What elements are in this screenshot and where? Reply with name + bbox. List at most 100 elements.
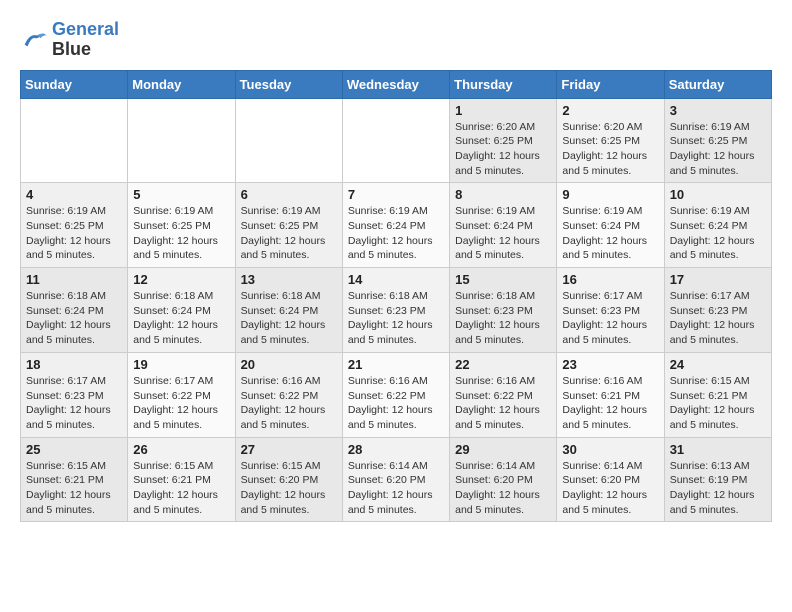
day-info: Sunrise: 6:14 AM Sunset: 6:20 PM Dayligh… [562, 459, 658, 518]
calendar-cell: 23 Sunrise: 6:16 AM Sunset: 6:21 PM Dayli… [557, 352, 664, 437]
page-header: GeneralBlue [20, 20, 772, 60]
calendar-cell: 24Sunrise: 6:15 AM Sunset: 6:21 PM Dayli… [664, 352, 771, 437]
day-info: Sunrise: 6:16 AM Sunset: 6:22 PM Dayligh… [455, 374, 551, 433]
day-info: Sunrise: 6:19 AM Sunset: 6:25 PM Dayligh… [133, 204, 229, 263]
day-number: 21 [348, 357, 444, 372]
calendar-cell: 4 Sunrise: 6:19 AM Sunset: 6:25 PM Daylig… [21, 183, 128, 268]
calendar-header-row: SundayMondayTuesdayWednesdayThursdayFrid… [21, 70, 772, 98]
day-number: 15 [455, 272, 551, 287]
day-info: Sunrise: 6:19 AM Sunset: 6:25 PM Dayligh… [26, 204, 122, 263]
calendar-cell [342, 98, 449, 183]
calendar-cell: 7Sunrise: 6:19 AM Sunset: 6:24 PM Daylig… [342, 183, 449, 268]
day-info: Sunrise: 6:18 AM Sunset: 6:24 PM Dayligh… [26, 289, 122, 348]
day-info: Sunrise: 6:16 AM Sunset: 6:21 PM Dayligh… [562, 374, 658, 433]
calendar-cell: 19 Sunrise: 6:17 AM Sunset: 6:22 PM Dayli… [128, 352, 235, 437]
day-number: 28 [348, 442, 444, 457]
day-number: 13 [241, 272, 337, 287]
calendar-cell: 28 Sunrise: 6:14 AM Sunset: 6:20 PM Dayli… [342, 437, 449, 522]
calendar-cell: 16 Sunrise: 6:17 AM Sunset: 6:23 PM Dayli… [557, 268, 664, 353]
day-of-week-friday: Friday [557, 70, 664, 98]
calendar-cell: 2Sunrise: 6:20 AM Sunset: 6:25 PM Daylig… [557, 98, 664, 183]
calendar-week-row: 25 Sunrise: 6:15 AM Sunset: 6:21 PM Dayli… [21, 437, 772, 522]
day-number: 17 [670, 272, 766, 287]
day-info: Sunrise: 6:19 AM Sunset: 6:24 PM Dayligh… [562, 204, 658, 263]
calendar-table: SundayMondayTuesdayWednesdayThursdayFrid… [20, 70, 772, 523]
day-number: 22 [455, 357, 551, 372]
calendar-cell: 10Sunrise: 6:19 AM Sunset: 6:24 PM Dayli… [664, 183, 771, 268]
calendar-cell: 3Sunrise: 6:19 AM Sunset: 6:25 PM Daylig… [664, 98, 771, 183]
day-info: Sunrise: 6:18 AM Sunset: 6:24 PM Dayligh… [133, 289, 229, 348]
day-info: Sunrise: 6:19 AM Sunset: 6:25 PM Dayligh… [241, 204, 337, 263]
day-info: Sunrise: 6:17 AM Sunset: 6:23 PM Dayligh… [670, 289, 766, 348]
day-info: Sunrise: 6:19 AM Sunset: 6:25 PM Dayligh… [670, 120, 766, 179]
day-number: 11 [26, 272, 122, 287]
day-info: Sunrise: 6:15 AM Sunset: 6:21 PM Dayligh… [133, 459, 229, 518]
calendar-cell: 11 Sunrise: 6:18 AM Sunset: 6:24 PM Dayli… [21, 268, 128, 353]
calendar-cell [21, 98, 128, 183]
day-number: 20 [241, 357, 337, 372]
calendar-cell: 27 Sunrise: 6:15 AM Sunset: 6:20 PM Dayli… [235, 437, 342, 522]
day-number: 31 [670, 442, 766, 457]
day-info: Sunrise: 6:19 AM Sunset: 6:24 PM Dayligh… [670, 204, 766, 263]
calendar-week-row: 4 Sunrise: 6:19 AM Sunset: 6:25 PM Daylig… [21, 183, 772, 268]
calendar-week-row: 18Sunrise: 6:17 AM Sunset: 6:23 PM Dayli… [21, 352, 772, 437]
calendar-cell: 18Sunrise: 6:17 AM Sunset: 6:23 PM Dayli… [21, 352, 128, 437]
day-of-week-tuesday: Tuesday [235, 70, 342, 98]
day-info: Sunrise: 6:16 AM Sunset: 6:22 PM Dayligh… [348, 374, 444, 433]
day-number: 9 [562, 187, 658, 202]
calendar-cell: 6 Sunrise: 6:19 AM Sunset: 6:25 PM Daylig… [235, 183, 342, 268]
calendar-cell: 31 Sunrise: 6:13 AM Sunset: 6:19 PM Dayli… [664, 437, 771, 522]
calendar-cell [128, 98, 235, 183]
calendar-cell: 25 Sunrise: 6:15 AM Sunset: 6:21 PM Dayli… [21, 437, 128, 522]
day-info: Sunrise: 6:17 AM Sunset: 6:22 PM Dayligh… [133, 374, 229, 433]
calendar-cell: 9 Sunrise: 6:19 AM Sunset: 6:24 PM Daylig… [557, 183, 664, 268]
calendar-week-row: 11 Sunrise: 6:18 AM Sunset: 6:24 PM Dayli… [21, 268, 772, 353]
day-number: 16 [562, 272, 658, 287]
day-number: 8 [455, 187, 551, 202]
day-number: 30 [562, 442, 658, 457]
day-of-week-saturday: Saturday [664, 70, 771, 98]
day-info: Sunrise: 6:15 AM Sunset: 6:21 PM Dayligh… [26, 459, 122, 518]
day-number: 23 [562, 357, 658, 372]
day-info: Sunrise: 6:18 AM Sunset: 6:24 PM Dayligh… [241, 289, 337, 348]
day-number: 2 [562, 103, 658, 118]
calendar-cell: 8Sunrise: 6:19 AM Sunset: 6:24 PM Daylig… [450, 183, 557, 268]
calendar-week-row: 1 Sunrise: 6:20 AM Sunset: 6:25 PM Daylig… [21, 98, 772, 183]
day-of-week-wednesday: Wednesday [342, 70, 449, 98]
day-number: 5 [133, 187, 229, 202]
calendar-cell: 20Sunrise: 6:16 AM Sunset: 6:22 PM Dayli… [235, 352, 342, 437]
day-number: 4 [26, 187, 122, 202]
day-info: Sunrise: 6:14 AM Sunset: 6:20 PM Dayligh… [348, 459, 444, 518]
logo-text: GeneralBlue [52, 20, 119, 60]
day-info: Sunrise: 6:14 AM Sunset: 6:20 PM Dayligh… [455, 459, 551, 518]
logo: GeneralBlue [20, 20, 119, 60]
day-info: Sunrise: 6:13 AM Sunset: 6:19 PM Dayligh… [670, 459, 766, 518]
calendar-cell: 1 Sunrise: 6:20 AM Sunset: 6:25 PM Daylig… [450, 98, 557, 183]
calendar-cell: 12Sunrise: 6:18 AM Sunset: 6:24 PM Dayli… [128, 268, 235, 353]
day-info: Sunrise: 6:18 AM Sunset: 6:23 PM Dayligh… [348, 289, 444, 348]
day-number: 1 [455, 103, 551, 118]
calendar-cell: 5 Sunrise: 6:19 AM Sunset: 6:25 PM Daylig… [128, 183, 235, 268]
day-info: Sunrise: 6:19 AM Sunset: 6:24 PM Dayligh… [348, 204, 444, 263]
day-of-week-sunday: Sunday [21, 70, 128, 98]
calendar-cell: 17 Sunrise: 6:17 AM Sunset: 6:23 PM Dayli… [664, 268, 771, 353]
day-info: Sunrise: 6:15 AM Sunset: 6:20 PM Dayligh… [241, 459, 337, 518]
day-number: 19 [133, 357, 229, 372]
logo-icon [20, 26, 48, 54]
day-of-week-thursday: Thursday [450, 70, 557, 98]
day-info: Sunrise: 6:17 AM Sunset: 6:23 PM Dayligh… [562, 289, 658, 348]
day-number: 29 [455, 442, 551, 457]
calendar-cell: 21 Sunrise: 6:16 AM Sunset: 6:22 PM Dayli… [342, 352, 449, 437]
day-number: 6 [241, 187, 337, 202]
day-number: 18 [26, 357, 122, 372]
day-number: 27 [241, 442, 337, 457]
calendar-cell: 29 Sunrise: 6:14 AM Sunset: 6:20 PM Dayli… [450, 437, 557, 522]
calendar-cell: 13 Sunrise: 6:18 AM Sunset: 6:24 PM Dayli… [235, 268, 342, 353]
calendar-cell: 14 Sunrise: 6:18 AM Sunset: 6:23 PM Dayli… [342, 268, 449, 353]
day-number: 25 [26, 442, 122, 457]
calendar-cell [235, 98, 342, 183]
calendar-cell: 22 Sunrise: 6:16 AM Sunset: 6:22 PM Dayli… [450, 352, 557, 437]
day-number: 14 [348, 272, 444, 287]
day-number: 26 [133, 442, 229, 457]
day-info: Sunrise: 6:20 AM Sunset: 6:25 PM Dayligh… [455, 120, 551, 179]
